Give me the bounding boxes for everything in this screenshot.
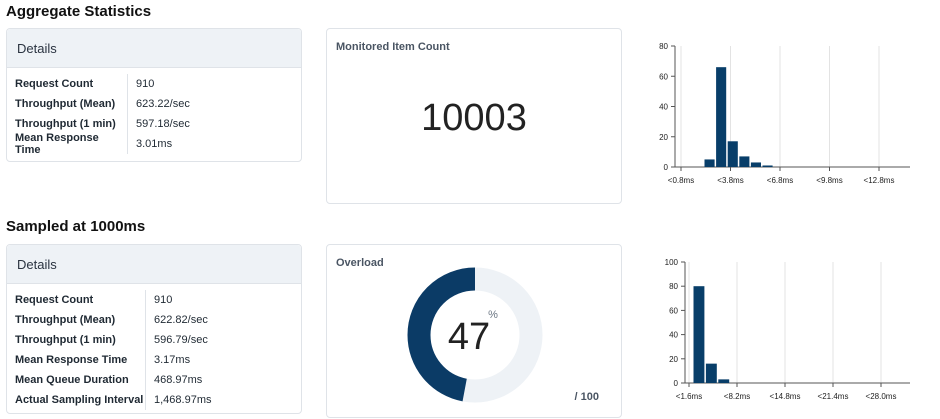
details-value: 597.18/sec: [127, 114, 190, 134]
gauge-unit: %: [488, 309, 498, 321]
details-label: Throughput (Mean): [15, 98, 116, 110]
details-value: 622.82/sec: [145, 310, 208, 330]
histogram-bar: [762, 165, 773, 167]
y-tick-label: 0: [674, 379, 679, 388]
y-tick-label: 20: [659, 133, 668, 142]
details-value: 3.01ms: [127, 134, 172, 154]
details-table: Request Count 910 Throughput (Mean) 623.…: [7, 74, 301, 161]
details-label: Mean Queue Duration: [15, 374, 129, 386]
x-tick-label: <3.8ms: [717, 176, 743, 185]
details-row: Mean Response Time 3.17ms: [7, 350, 301, 370]
section-title-sampled: Sampled at 1000ms: [6, 218, 146, 235]
details-row: Actual Sampling Interval 1,468.97ms: [7, 390, 301, 410]
details-row: Throughput (1 min) 596.79/sec: [7, 330, 301, 350]
x-tick-label: <9.8ms: [816, 176, 842, 185]
monitored-item-count-card: Monitored Item Count 10003: [326, 28, 622, 204]
details-label: Throughput (1 min): [15, 334, 116, 346]
x-tick-label: <28.0ms: [866, 392, 897, 401]
details-header: Details: [7, 29, 301, 68]
y-tick-label: 0: [664, 163, 669, 172]
details-label: Throughput (1 min): [15, 118, 116, 130]
details-label: Request Count: [15, 294, 94, 306]
details-value: 1,468.97ms: [145, 390, 211, 410]
x-tick-label: <6.8ms: [767, 176, 793, 185]
x-tick-label: <8.2ms: [724, 392, 750, 401]
histogram-chart-sampled: 0 20 40 60 80 100 <1.6ms <8.2ms <14.8ms <21.4ms <2…: [665, 258, 910, 401]
histogram-bar: [750, 162, 761, 167]
x-tick-label: <14.8ms: [770, 392, 801, 401]
histogram-bar: [693, 286, 705, 383]
details-row: Mean Queue Duration 468.97ms: [7, 370, 301, 390]
details-row: Throughput (Mean) 622.82/sec: [7, 310, 301, 330]
details-table: Request Count 910 Throughput (Mean) 622.…: [7, 290, 301, 413]
section-title-aggregate: Aggregate Statistics: [6, 3, 152, 20]
details-label: Actual Sampling Interval: [15, 394, 144, 406]
details-label: Mean Response Time: [15, 132, 99, 156]
histogram-chart-aggregate: 0 20 40 60 80 <0.8ms <3.8ms <6.8ms <9.8ms <12.8ms: [659, 42, 910, 185]
details-row: Mean Response Time 3.01ms: [7, 132, 301, 156]
details-value: 910: [127, 74, 154, 94]
y-tick-label: 60: [669, 306, 678, 315]
details-row: Throughput (Mean) 623.22/sec: [7, 94, 301, 114]
details-row: Throughput (1 min) 597.18/sec: [7, 114, 301, 134]
details-label: Throughput (Mean): [15, 314, 116, 326]
histogram-bar: [704, 159, 715, 167]
details-header: Details: [7, 245, 301, 284]
y-tick-label: 20: [669, 355, 678, 364]
details-label: Mean Response Time: [15, 354, 128, 366]
details-value: 3.17ms: [145, 350, 190, 370]
details-value: 623.22/sec: [127, 94, 190, 114]
overload-card: Overload 47 % / 100: [326, 244, 622, 418]
details-value: 910: [145, 290, 172, 310]
gauge-max-label: / 100: [575, 391, 599, 403]
details-row: Request Count 910: [7, 74, 301, 94]
details-card-sampled: Details Request Count 910 Throughput (Me…: [6, 244, 302, 414]
details-value: 596.79/sec: [145, 330, 208, 350]
details-card-aggregate: Details Request Count 910 Throughput (Me…: [6, 28, 302, 162]
y-tick-label: 60: [659, 72, 668, 81]
y-tick-label: 100: [665, 258, 679, 267]
y-tick-label: 80: [669, 282, 678, 291]
histogram-bar: [727, 141, 738, 167]
details-value: 468.97ms: [145, 370, 202, 390]
details-row: Request Count 910: [7, 290, 301, 310]
y-tick-label: 80: [659, 42, 668, 51]
histogram-bar: [705, 363, 717, 383]
histogram-bar: [739, 156, 750, 167]
histogram-bar: [718, 379, 730, 383]
monitored-item-count-value: 10003: [421, 97, 527, 139]
y-tick-label: 40: [659, 103, 668, 112]
x-tick-label: <0.8ms: [668, 176, 694, 185]
x-tick-label: <12.8ms: [864, 176, 895, 185]
overload-gauge: 47 % / 100: [407, 267, 599, 403]
details-label: Request Count: [15, 78, 94, 90]
x-tick-label: <1.6ms: [676, 392, 702, 401]
x-tick-label: <21.4ms: [818, 392, 849, 401]
panel-title: Monitored Item Count: [336, 41, 450, 53]
histogram-bar: [716, 67, 727, 167]
gauge-value: 47: [448, 316, 490, 358]
y-tick-label: 40: [669, 331, 678, 340]
